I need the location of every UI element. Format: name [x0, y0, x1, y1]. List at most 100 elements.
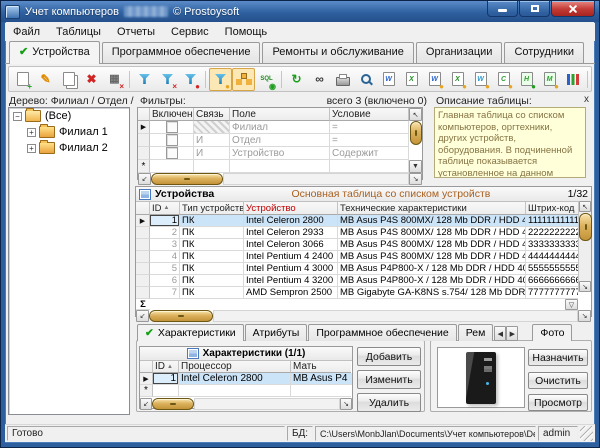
- refresh-icon[interactable]: ↻: [285, 68, 308, 91]
- corner-jump-icon[interactable]: ↙: [140, 398, 152, 410]
- corner-jump-icon[interactable]: ↘: [340, 398, 352, 410]
- expand-icon[interactable]: +: [27, 128, 36, 137]
- filter-row[interactable]: И Устройство Содержит: [138, 147, 422, 160]
- filters-vscroll-thumb[interactable]: [410, 121, 422, 145]
- tree-item-branch1[interactable]: + Филиал 1: [9, 124, 129, 140]
- find-icon[interactable]: ∞: [308, 68, 331, 91]
- tab-organizations[interactable]: Организации: [416, 42, 503, 63]
- tab-software[interactable]: Программное обеспечение: [102, 42, 261, 63]
- chart-icon[interactable]: [561, 68, 584, 91]
- tab-scroll-right-icon[interactable]: ▶: [506, 326, 518, 341]
- corner-jump-icon[interactable]: ↘: [578, 310, 591, 322]
- filter-row[interactable]: Филиал =: [138, 121, 422, 134]
- summary-row-toggle-icon[interactable]: ●: [591, 68, 592, 91]
- characteristic-row[interactable]: 1 Intel Celeron 2800 MB Asus P4: [140, 373, 352, 385]
- export-html-icon[interactable]: H●: [515, 68, 538, 91]
- export-excel-template-icon[interactable]: X●: [446, 68, 469, 91]
- print-icon[interactable]: [331, 68, 354, 91]
- delete-all-records-icon[interactable]: ▦×: [103, 68, 126, 91]
- devices-table-header: Устройства Основная таблица со списком у…: [136, 187, 591, 202]
- devices-hscroll-thumb[interactable]: [149, 310, 213, 322]
- filter-corner-icon[interactable]: ▽: [565, 299, 578, 310]
- table-description: Главная таблица со списком компьютеров, …: [434, 107, 586, 178]
- description-close-icon[interactable]: x: [581, 94, 592, 105]
- folder-icon: [39, 142, 55, 154]
- corner-jump-icon[interactable]: ↙: [136, 310, 149, 322]
- tab-devices[interactable]: Устройства: [9, 41, 100, 64]
- filter-enabled-checkbox[interactable]: [166, 121, 178, 133]
- filter-enabled-checkbox[interactable]: [166, 147, 178, 159]
- devices-vscroll-thumb[interactable]: [579, 213, 592, 241]
- export-word-template-icon[interactable]: W●: [423, 68, 446, 91]
- corner-jump-icon[interactable]: ↘: [579, 281, 591, 292]
- menu-tables[interactable]: Таблицы: [48, 24, 109, 40]
- tab-repairs-sub[interactable]: Рем: [458, 324, 494, 341]
- app-window: Учет компьютеров © Prostoysoft Файл Табл…: [0, 0, 600, 448]
- folder-icon: [39, 126, 55, 138]
- device-row[interactable]: 3 ПК Intel Celeron 3066 MB Asus P4S 800M…: [136, 239, 591, 251]
- tab-photo[interactable]: Фото: [532, 324, 572, 341]
- minimize-button[interactable]: [487, 1, 518, 17]
- add-record-icon[interactable]: +: [11, 68, 34, 91]
- tree-item-all[interactable]: − (Все): [9, 108, 129, 124]
- corner-jump-icon[interactable]: ↖: [409, 108, 422, 121]
- export-xml-icon[interactable]: M●: [538, 68, 561, 91]
- tree-panel-toggle-icon[interactable]: [232, 68, 255, 91]
- menu-reports[interactable]: Отчеты: [109, 24, 163, 40]
- characteristics-hscroll-thumb[interactable]: [152, 398, 194, 410]
- device-row[interactable]: 4 ПК Intel Pentium 4 2400 MB Asus P4S 80…: [136, 251, 591, 263]
- edit-button[interactable]: Изменить: [357, 370, 421, 389]
- filter-clear-icon[interactable]: ●: [179, 68, 202, 91]
- tab-attributes[interactable]: Атрибуты: [245, 324, 308, 341]
- characteristics-hscrollbar: ↙ ↘: [140, 398, 352, 410]
- device-row[interactable]: 6 ПК Intel Pentium 4 3200 MB Asus P4P800…: [136, 275, 591, 287]
- maximize-button[interactable]: [519, 1, 550, 17]
- corner-jump-icon[interactable]: ↘: [409, 173, 422, 185]
- view-photo-button[interactable]: Просмотр: [528, 394, 588, 411]
- export-oo-calc-icon[interactable]: C●: [492, 68, 515, 91]
- corner-jump-icon[interactable]: ▼: [409, 160, 422, 173]
- assign-photo-button[interactable]: Назначить: [528, 349, 588, 366]
- export-excel-icon[interactable]: X: [400, 68, 423, 91]
- filter-panel-toggle-icon[interactable]: ●: [209, 68, 232, 91]
- add-button[interactable]: Добавить: [357, 347, 421, 366]
- filter-remove-icon[interactable]: ×: [156, 68, 179, 91]
- menu-help[interactable]: Помощь: [217, 24, 276, 40]
- menu-service[interactable]: Сервис: [163, 24, 217, 40]
- device-row[interactable]: 2 ПК Intel Celeron 2933 MB Asus P4S 800M…: [136, 227, 591, 239]
- redacted-region: [124, 6, 168, 17]
- device-row[interactable]: 1 ПК Intel Celeron 2800 MB Asus P4S 800M…: [136, 215, 591, 227]
- export-oo-writer-icon[interactable]: W●: [469, 68, 492, 91]
- filter-row[interactable]: И Отдел =: [138, 134, 422, 147]
- close-button[interactable]: [551, 1, 595, 17]
- expand-icon[interactable]: +: [27, 144, 36, 153]
- collapse-icon[interactable]: −: [13, 112, 22, 121]
- window-controls: [486, 1, 595, 22]
- tab-characteristics[interactable]: Характеристики: [137, 324, 244, 341]
- device-row[interactable]: 5 ПК Intel Pentium 4 3000 MB Asus P4P800…: [136, 263, 591, 275]
- filter-add-icon[interactable]: [133, 68, 156, 91]
- corner-jump-icon[interactable]: ↙: [138, 173, 151, 185]
- filter-enabled-checkbox[interactable]: [166, 134, 178, 146]
- tab-scroll-left-icon[interactable]: ◀: [494, 326, 506, 341]
- delete-button[interactable]: Удалить: [357, 393, 421, 412]
- tab-repairs[interactable]: Ремонты и обслуживание: [262, 42, 413, 63]
- edit-record-icon[interactable]: ✎: [34, 68, 57, 91]
- print-preview-icon[interactable]: [354, 68, 377, 91]
- resize-grip[interactable]: [580, 426, 593, 441]
- sql-filter-icon[interactable]: SQL◉: [255, 68, 278, 91]
- filter-new-row[interactable]: * ▼: [138, 160, 422, 173]
- filters-hscroll-thumb[interactable]: [151, 173, 223, 185]
- delete-record-icon[interactable]: ✖: [80, 68, 103, 91]
- export-word-icon[interactable]: W: [377, 68, 400, 91]
- toolbar: + ✎ ✖ ▦× × ● ● SQL◉ ↻ ∞ W X W● X● W● C● …: [8, 66, 592, 92]
- clear-photo-button[interactable]: Очистить: [528, 372, 588, 389]
- copy-record-icon[interactable]: [57, 68, 80, 91]
- characteristic-new-row[interactable]: *: [140, 385, 352, 397]
- device-row[interactable]: 7 ПК AMD Sempron 2500 MB Gigabyte GA-K8N…: [136, 287, 591, 299]
- tab-software-sub[interactable]: Программное обеспечение: [308, 324, 456, 341]
- menu-file[interactable]: Файл: [5, 24, 48, 40]
- tree-item-branch2[interactable]: + Филиал 2: [9, 140, 129, 156]
- tab-employees[interactable]: Сотрудники: [504, 42, 584, 63]
- corner-jump-icon[interactable]: ↖: [579, 201, 591, 212]
